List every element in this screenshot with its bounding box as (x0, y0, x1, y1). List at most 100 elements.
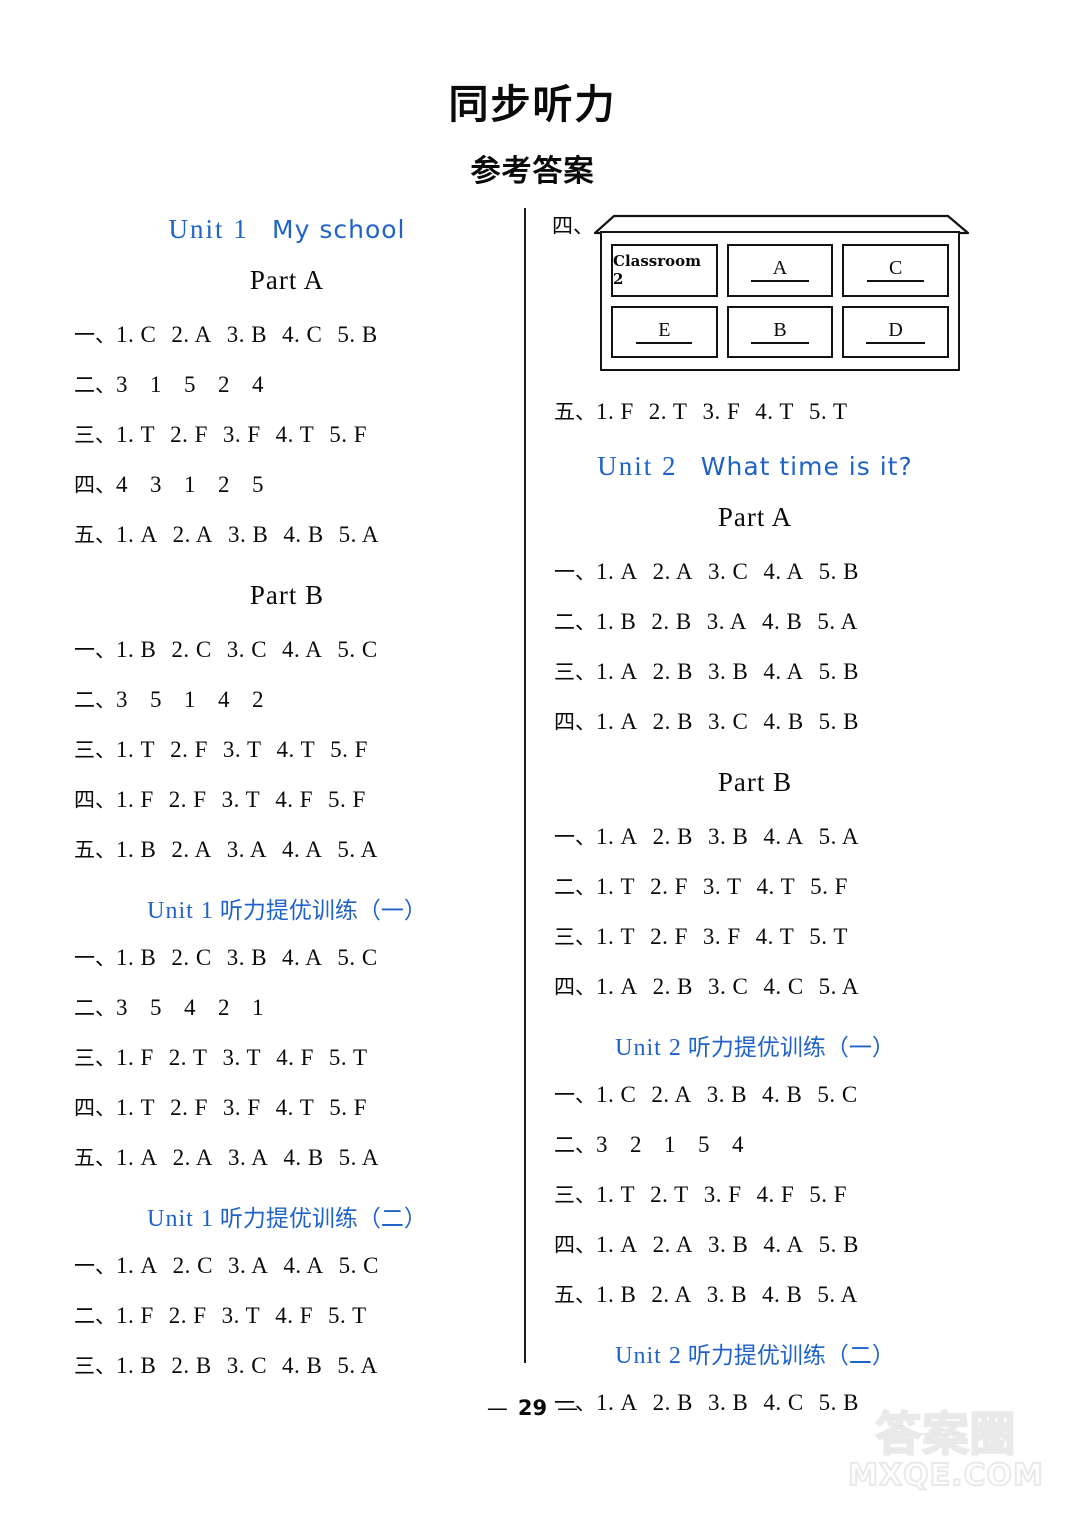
answer-item: 2. A (172, 522, 213, 547)
answer-row: 一、1. A 2. C 3. A 4. A 5. C (72, 1241, 502, 1291)
answer-row-index: 五、 (74, 838, 116, 862)
answer-item: 2. A (652, 1232, 693, 1257)
answer-row-index: 五、 (74, 523, 116, 547)
answer-row-items: 1. A 2. A 3. A 4. B 5. A (116, 1145, 394, 1170)
answer-key-page: 同步听力 参考答案 Unit 1 My school Part A 一、1. C 2.… (0, 0, 1065, 1536)
answer-item: 5. F (328, 787, 366, 812)
answer-row-index: 一、 (74, 1254, 116, 1278)
answer-row-index: 四、 (554, 710, 596, 734)
answer-item: 3. T (222, 1045, 262, 1070)
training-heading: Unit 1 听力提优训练（一） (72, 891, 502, 925)
answer-row-items: 32154 (596, 1132, 766, 1157)
answer-row-index: 五、 (554, 400, 596, 424)
answer-row-items: 1. T 2. F 3. T 4. T 5. F (116, 737, 383, 762)
answer-item: 4. F (275, 1303, 314, 1328)
answer-item: 2. B (651, 609, 692, 634)
answer-item: 5. C (337, 945, 378, 970)
answer-item: 2 (218, 472, 230, 497)
answer-item: 1. F (116, 787, 154, 812)
page-number-dash-left: — (486, 1396, 508, 1420)
answer-row-index: 一、 (74, 638, 116, 662)
answer-item: 2 (218, 372, 230, 397)
answer-item: 5 (184, 372, 196, 397)
answer-item: 2. F (650, 924, 688, 949)
training-heading-en: Unit 1 (147, 1206, 214, 1232)
answer-item: 3. A (226, 837, 268, 862)
answer-item: 4. T (756, 874, 796, 899)
answer-item: 5. T (328, 1045, 368, 1070)
answer-item: 1. T (596, 1182, 636, 1207)
classroom-answer-box: B (726, 305, 834, 358)
answer-item: 3. A (706, 609, 748, 634)
answer-item: 3. B (707, 1232, 749, 1257)
answer-row: 四、1. A 2. B 3. C 4. B 5. B (540, 697, 970, 747)
answer-item: 3 (116, 995, 128, 1020)
training-heading-cn: 听力提优训练（一） (219, 898, 427, 924)
unit-heading-en: Unit 1 (168, 214, 249, 244)
answer-row-index: 四、 (74, 1096, 116, 1120)
answer-item: 4 (184, 995, 196, 1020)
answer-row: 四、1. F 2. F 3. T 4. F 5. F (72, 775, 502, 825)
unit-heading-title: What time is it? (700, 452, 913, 481)
answer-item: 4. C (763, 974, 804, 999)
answer-item: 5. F (809, 1182, 848, 1207)
house-diagram-row: 四、 Classroom 2 A C E B D (540, 202, 970, 387)
answer-row: 一、1. A 2. B 3. B 4. A 5. A (540, 812, 970, 862)
answer-item: 3. T (221, 1303, 261, 1328)
answer-item: 2. F (170, 737, 208, 762)
answer-row-index: 四、 (74, 473, 116, 497)
answer-item: 5. B (818, 1232, 859, 1257)
answer-item: 4. A (283, 1253, 324, 1278)
classroom-box-text: D (866, 319, 925, 344)
answer-row-items: 35421 (116, 995, 286, 1020)
school-building-diagram: Classroom 2 A C E B D (593, 214, 970, 372)
answer-row-index: 二、 (74, 688, 116, 712)
answer-row: 三、1. T 2. T 3. F 4. F 5. F (540, 1170, 970, 1220)
answer-item: 1. A (596, 974, 638, 999)
answer-item: 4. C (282, 322, 323, 347)
answer-item: 5. F (330, 737, 368, 762)
answer-row: 一、1. A 2. A 3. C 4. A 5. B (540, 547, 970, 597)
training-heading-en: Unit 2 (615, 1343, 682, 1369)
answer-item: 3. B (226, 945, 268, 970)
answer-item: 3. T (222, 737, 262, 762)
answer-row-index: 三、 (554, 660, 596, 684)
answer-item: 3. F (703, 1182, 742, 1207)
answer-row-items: 1. T 2. F 3. F 4. T 5. T (596, 924, 863, 949)
answer-item: 2. T (168, 1045, 208, 1070)
answer-item: 1. T (596, 874, 636, 899)
classroom-answer-box: E (611, 305, 718, 358)
answer-item: 2. A (652, 559, 693, 584)
answer-item: 5. F (329, 1095, 368, 1120)
answer-item: 5. B (337, 322, 378, 347)
answer-row-index: 一、 (74, 946, 116, 970)
answer-row: 五、1. B 2. A 3. A 4. A 5. A (72, 825, 502, 875)
answer-row-items: 1. B 2. B 3. C 4. B 5. A (116, 1353, 393, 1378)
training-heading-cn: 听力提优训练（一） (687, 1035, 895, 1061)
answer-item: 4. A (763, 824, 804, 849)
answer-item: 1. C (116, 322, 157, 347)
classroom-answer-box: A (726, 244, 834, 297)
answer-item: 4. T (275, 1095, 315, 1120)
answer-item: 3. T (221, 787, 261, 812)
answer-row-items: 35142 (116, 687, 286, 712)
answer-item: 2. A (171, 322, 212, 347)
answer-item: 1. B (596, 609, 637, 634)
answer-item: 4 (218, 687, 230, 712)
answer-item: 5. C (337, 637, 378, 662)
answer-item: 2. C (171, 637, 212, 662)
classroom-grid: Classroom 2 A C E B D (600, 231, 960, 371)
answer-item: 5. C (338, 1253, 379, 1278)
answer-row: 四、1. A 2. B 3. C 4. C 5. A (540, 962, 970, 1012)
answer-row-items: 1. A 2. B 3. B 4. A 5. B (596, 659, 874, 684)
answer-item: 1 (150, 372, 162, 397)
answer-item: 3. C (707, 559, 749, 584)
answer-item: 2. F (170, 1095, 208, 1120)
training-heading-cn: 听力提优训练（二） (687, 1343, 895, 1369)
answer-row-items: 1. F 2. F 3. T 4. F 5. T (116, 1303, 382, 1328)
page-subtitle: 参考答案 (470, 154, 595, 189)
answer-row: 三、1. B 2. B 3. C 4. B 5. A (72, 1341, 502, 1391)
answer-row-index: 三、 (74, 1354, 116, 1378)
training-heading: Unit 1 听力提优训练（二） (72, 1199, 502, 1233)
classroom-box-text: E (636, 319, 693, 344)
